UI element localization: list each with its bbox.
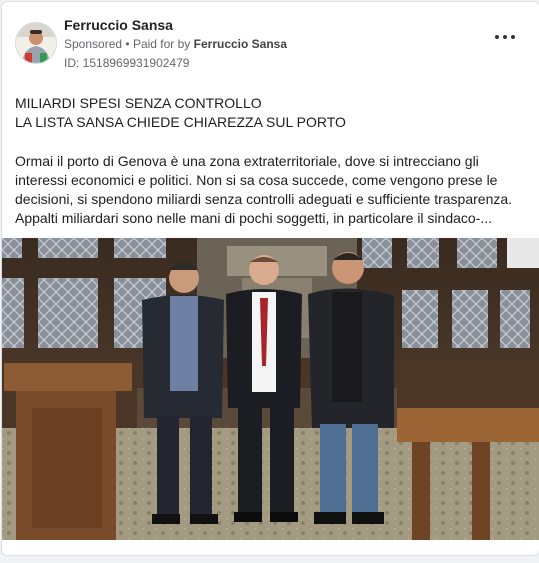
post-text: MILIARDI SPESI SENZA CONTROLLO LA LISTA … [15, 94, 527, 228]
separator-dot: • [125, 37, 130, 51]
post-header: Ferruccio Sansa Sponsored • Paid for by … [2, 2, 539, 80]
post-headline: MILIARDI SPESI SENZA CONTROLLO LA LISTA … [15, 94, 527, 132]
ad-card: Ferruccio Sansa Sponsored • Paid for by … [1, 1, 539, 556]
body-line: decisioni, si spendono miliardi senza co… [15, 191, 513, 207]
ad-id: ID: 1518969931902479 [64, 56, 190, 70]
avatar[interactable] [15, 22, 57, 64]
headline-line: LA LISTA SANSA CHIEDE CHIAREZZA SUL PORT… [15, 114, 346, 130]
post-body: Ormai il porto di Genova è una zona extr… [15, 152, 527, 228]
body-line: Appalti miliardari sono nelle mani di po… [15, 210, 493, 226]
sponsor-line: Sponsored • Paid for by Ferruccio Sansa [64, 37, 287, 51]
page-name[interactable]: Ferruccio Sansa [64, 17, 173, 33]
avatar-image [16, 23, 56, 63]
headline-line: MILIARDI SPESI SENZA CONTROLLO [15, 95, 262, 111]
photo-image [2, 238, 539, 540]
lectern [4, 363, 132, 540]
more-options-icon[interactable] [493, 30, 517, 44]
paid-for-prefix: Paid for by [132, 37, 191, 51]
body-line: interessi economici e politici. Non si s… [15, 172, 498, 188]
sponsored-label: Sponsored [64, 37, 123, 51]
post-photo[interactable] [2, 238, 539, 540]
body-line: Ormai il porto di Genova è una zona extr… [15, 153, 479, 169]
paid-for-name[interactable]: Ferruccio Sansa [194, 37, 287, 51]
